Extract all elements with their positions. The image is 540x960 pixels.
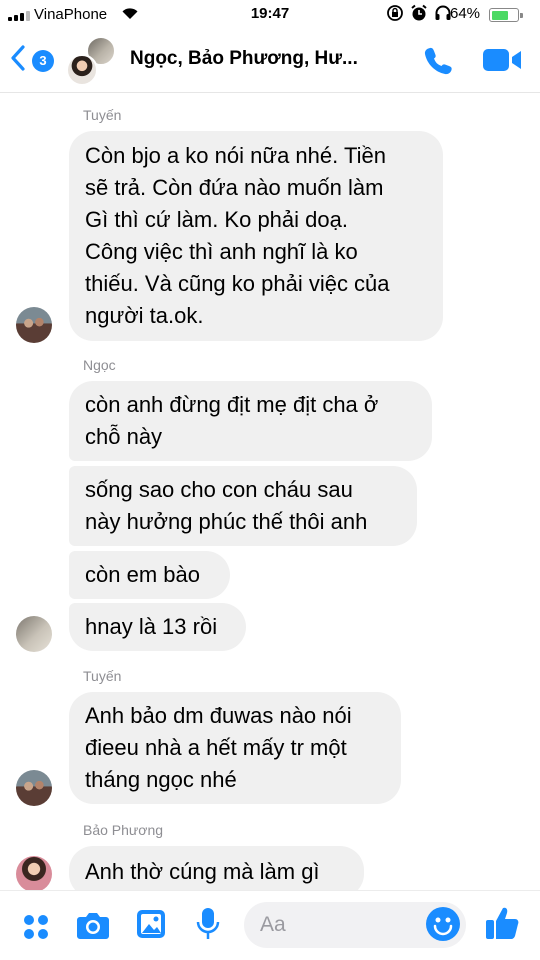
message-bubble[interactable]: Anh bảo dm đuwas nào nói đieeu nhà a hết… — [69, 692, 401, 804]
message-line: thiếu. Và cũng ko phải việc của — [85, 271, 390, 296]
phone-icon[interactable] — [421, 44, 455, 83]
back-chevron-icon — [10, 44, 26, 77]
video-camera-icon[interactable] — [483, 46, 523, 79]
chat-header: 3 Ngọc, Bảo Phương, Hư... — [0, 30, 540, 92]
menu-dots-icon[interactable] — [22, 913, 50, 946]
header-divider — [0, 92, 540, 93]
sender-name: Tuyến — [83, 107, 122, 123]
message-line: sẽ trả. Còn đứa nào muốn làm — [85, 175, 384, 200]
message-line: còn anh đừng địt mẹ địt cha ở — [85, 392, 379, 417]
message-line: tháng ngọc nhé — [85, 767, 237, 792]
message-line: này hưởng phúc thế thôi anh — [85, 509, 368, 534]
message-line: Anh thờ cúng mà làm gì — [85, 859, 320, 884]
avatar[interactable] — [16, 856, 52, 892]
back-button[interactable]: 3 — [10, 43, 60, 77]
sender-name: Bảo Phương — [83, 822, 164, 838]
camera-icon[interactable] — [76, 910, 110, 945]
unread-count-badge: 3 — [32, 50, 54, 72]
group-avatar[interactable] — [66, 36, 116, 86]
rotation-lock-icon — [386, 4, 404, 26]
message-line: hnay là 13 rồi — [85, 614, 218, 639]
message-bubble[interactable]: còn em bào — [69, 551, 230, 599]
composer-bar — [0, 890, 540, 960]
message-bubble[interactable]: Còn bjo a ko nói nữa nhé. Tiền sẽ trả. C… — [69, 131, 443, 341]
message-line: chỗ này — [85, 424, 163, 449]
member-avatar — [66, 54, 98, 86]
image-icon[interactable] — [136, 909, 166, 944]
avatar[interactable] — [16, 616, 52, 652]
avatar[interactable] — [16, 770, 52, 806]
sender-name: Ngọc — [83, 357, 116, 373]
thumbs-up-icon[interactable] — [484, 905, 520, 946]
message-line: đieeu nhà a hết mấy tr một — [85, 735, 347, 760]
battery-fill — [491, 10, 508, 20]
status-bar: VinaPhone 19:47 64% — [0, 0, 540, 30]
chat-title[interactable]: Ngọc, Bảo Phương, Hư... — [130, 48, 358, 70]
avatar[interactable] — [16, 307, 52, 343]
message-line: còn em bào — [85, 562, 200, 587]
emoji-icon[interactable] — [426, 907, 460, 941]
message-line: người ta.ok. — [85, 303, 204, 328]
battery-icon — [489, 8, 523, 22]
microphone-icon[interactable] — [196, 907, 220, 946]
battery-percent: 64% — [450, 5, 481, 22]
message-bubble[interactable]: sống sao cho con cháu sau này hưởng phúc… — [69, 466, 417, 546]
sender-name: Tuyến — [83, 668, 122, 684]
message-line: Anh bảo dm đuwas nào nói — [85, 703, 352, 728]
message-bubble[interactable]: hnay là 13 rồi — [69, 603, 246, 651]
message-line: Công việc thì anh nghĩ là ko — [85, 239, 358, 264]
message-line: Còn bjo a ko nói nữa nhé. Tiền — [85, 143, 386, 168]
message-bubble[interactable]: còn anh đừng địt mẹ địt cha ở chỗ này — [69, 381, 432, 461]
message-line: sống sao cho con cháu sau — [85, 477, 353, 502]
message-line: Gì thì cứ làm. Ko phải doạ. — [85, 207, 348, 232]
alarm-icon — [410, 4, 428, 26]
